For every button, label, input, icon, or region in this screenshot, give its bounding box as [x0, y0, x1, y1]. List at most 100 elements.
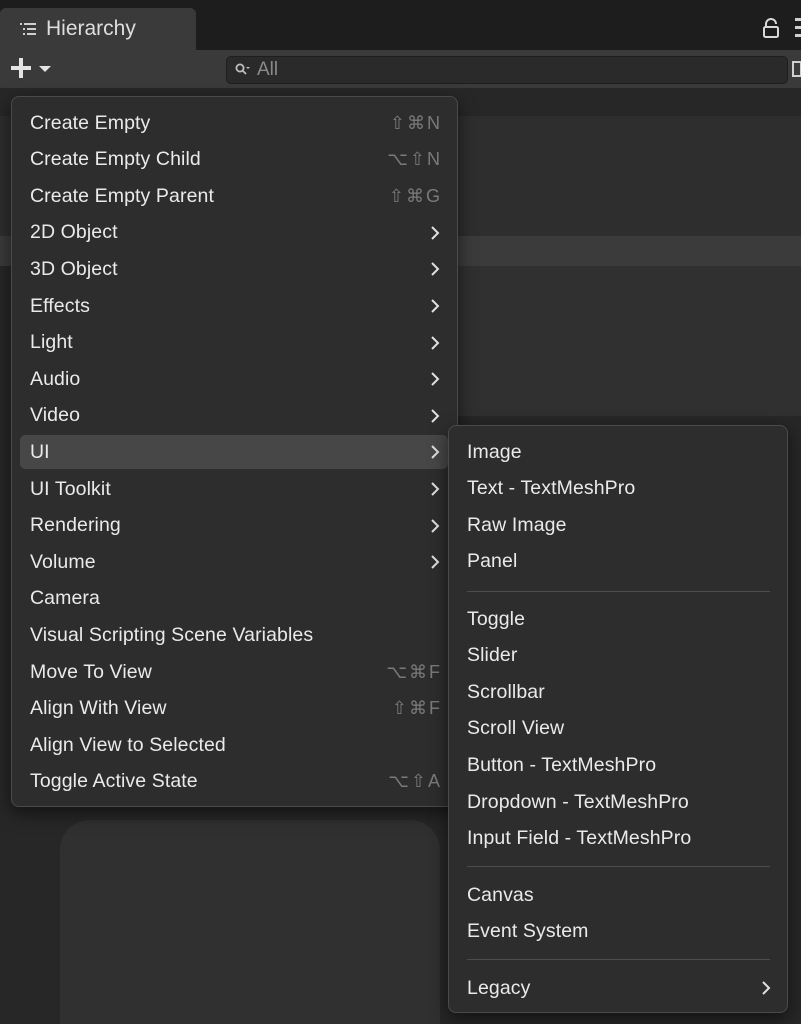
menu-item-label: Image [467, 440, 522, 463]
tab-title: Hierarchy [46, 17, 136, 40]
menu-item-label: Canvas [467, 883, 534, 906]
menu-item-ui-toolkit[interactable]: UI Toolkit [20, 472, 448, 506]
menu-item-label: Light [30, 331, 73, 354]
create-menu: Create Empty ⇧⌘N Create Empty Child ⌥⇧N Crea… [11, 96, 458, 807]
menu-item-label: Panel [467, 550, 518, 573]
menu-item-label: Dropdown - TextMeshPro [467, 790, 689, 813]
menu-item-move-to-view[interactable]: Move To View ⌥⌘F [20, 655, 448, 689]
menu-item-label: Button - TextMeshPro [467, 753, 657, 776]
menu-item-label: Slider [467, 644, 518, 667]
ui-submenu: Image Text - TextMeshPro Raw Image Panel Tog… [448, 425, 788, 1013]
menu-separator [467, 866, 770, 867]
menu-item-raw-image[interactable]: Raw Image [457, 508, 779, 542]
more-options-icon[interactable] [795, 16, 801, 40]
menu-item-label: Create Empty Child [30, 148, 201, 171]
tab-hierarchy[interactable]: Hierarchy [0, 8, 196, 50]
menu-item-shortcut: ⌥⌘F [386, 661, 442, 682]
menu-item-effects[interactable]: Effects [20, 289, 448, 323]
caret-down-icon [38, 61, 52, 79]
chevron-right-icon [431, 555, 440, 569]
create-dropdown-button[interactable] [8, 54, 64, 86]
menu-item-camera[interactable]: Camera [20, 582, 448, 616]
menu-item-rendering[interactable]: Rendering [20, 509, 448, 543]
menu-item-label: Move To View [30, 660, 152, 683]
menu-item-2d-object[interactable]: 2D Object [20, 216, 448, 250]
menu-item-image[interactable]: Image [457, 435, 779, 469]
hierarchy-list-icon [18, 19, 38, 39]
menu-separator [467, 959, 770, 960]
menu-item-create-empty-parent[interactable]: Create Empty Parent ⇧⌘G [20, 179, 448, 213]
menu-item-label: 2D Object [30, 221, 118, 244]
menu-item-label: Toggle Active State [30, 770, 198, 793]
menu-item-label: Event System [467, 920, 589, 943]
menu-item-volume[interactable]: Volume [20, 545, 448, 579]
menu-item-align-view-to-selected[interactable]: Align View to Selected [20, 728, 448, 762]
menu-item-label: Align View to Selected [30, 733, 226, 756]
menu-item-toggle-active-state[interactable]: Toggle Active State ⌥⇧A [20, 765, 448, 799]
menu-item-slider[interactable]: Slider [457, 639, 779, 673]
menu-item-audio[interactable]: Audio [20, 362, 448, 396]
menu-item-shortcut: ⇧⌘G [388, 185, 442, 206]
menu-item-legacy[interactable]: Legacy [457, 971, 779, 1005]
hierarchy-background [60, 820, 440, 1024]
menu-item-dropdown-textmeshpro[interactable]: Dropdown - TextMeshPro [457, 785, 779, 819]
menu-item-event-system[interactable]: Event System [457, 915, 779, 949]
menu-item-text-textmeshpro[interactable]: Text - TextMeshPro [457, 472, 779, 506]
menu-item-scroll-view[interactable]: Scroll View [457, 712, 779, 746]
menu-item-align-with-view[interactable]: Align With View ⇧⌘F [20, 692, 448, 726]
chevron-right-icon [431, 299, 440, 313]
menu-item-label: Input Field - TextMeshPro [467, 827, 692, 850]
menu-item-shortcut: ⇧⌘F [391, 698, 442, 719]
menu-item-label: Raw Image [467, 513, 567, 536]
menu-item-label: Audio [30, 367, 81, 390]
menu-item-label: Create Empty Parent [30, 184, 214, 207]
menu-item-label: Rendering [30, 514, 121, 537]
menu-item-label: 3D Object [30, 257, 118, 280]
search-input[interactable] [257, 59, 757, 81]
lock-icon[interactable] [762, 18, 780, 38]
menu-item-video[interactable]: Video [20, 399, 448, 433]
menu-item-label: Scrollbar [467, 680, 545, 703]
menu-item-label: Volume [30, 550, 96, 573]
menu-item-label: Camera [30, 587, 100, 610]
menu-item-ui[interactable]: UI [20, 435, 448, 470]
menu-separator [467, 591, 770, 592]
menu-item-light[interactable]: Light [20, 326, 448, 360]
chevron-right-icon [431, 482, 440, 496]
chevron-right-icon [762, 981, 771, 995]
menu-item-create-empty[interactable]: Create Empty ⇧⌘N [20, 106, 448, 140]
menu-item-input-field-textmeshpro[interactable]: Input Field - TextMeshPro [457, 822, 779, 856]
menu-item-shortcut: ⌥⇧N [387, 149, 442, 170]
menu-item-label: UI Toolkit [30, 477, 111, 500]
menu-item-3d-object[interactable]: 3D Object [20, 252, 448, 286]
search-icon [235, 63, 251, 77]
chevron-right-icon [431, 372, 440, 386]
menu-item-label: Scroll View [467, 717, 565, 740]
menu-item-shortcut: ⌥⇧A [388, 771, 442, 792]
menu-item-visual-scripting-scene-variables[interactable]: Visual Scripting Scene Variables [20, 618, 448, 652]
menu-item-label: Legacy [467, 976, 531, 999]
menu-item-create-empty-child[interactable]: Create Empty Child ⌥⇧N [20, 143, 448, 177]
plus-icon [8, 55, 34, 86]
menu-item-label: Text - TextMeshPro [467, 477, 636, 500]
menu-item-label: Visual Scripting Scene Variables [30, 623, 314, 646]
menu-item-label: Toggle [467, 607, 526, 630]
chevron-right-icon [431, 445, 440, 460]
menu-item-scrollbar[interactable]: Scrollbar [457, 675, 779, 709]
chevron-right-icon [431, 335, 440, 350]
chevron-right-icon [431, 409, 440, 423]
search-field[interactable] [226, 56, 788, 84]
menu-item-shortcut: ⇧⌘N [389, 112, 442, 133]
menu-item-button-textmeshpro[interactable]: Button - TextMeshPro [457, 748, 779, 782]
menu-item-canvas[interactable]: Canvas [457, 878, 779, 912]
filter-icon[interactable] [792, 58, 801, 82]
menu-item-panel[interactable]: Panel [457, 545, 779, 579]
menu-item-label: UI [30, 440, 50, 463]
scene-row [455, 266, 801, 416]
menu-item-label: Effects [30, 294, 90, 317]
menu-item-label: Align With View [30, 697, 167, 720]
chevron-right-icon [431, 518, 440, 533]
menu-item-toggle[interactable]: Toggle [457, 602, 779, 636]
chevron-right-icon [431, 226, 440, 240]
chevron-right-icon [431, 262, 440, 277]
